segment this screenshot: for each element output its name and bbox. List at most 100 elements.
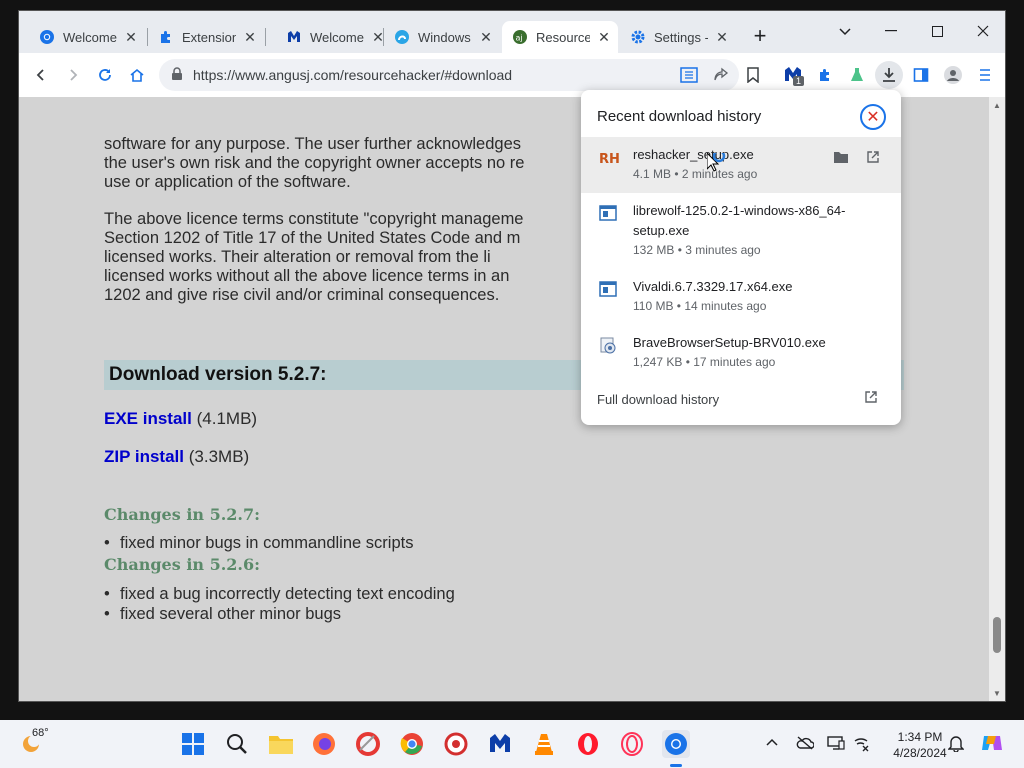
notification-bell-icon[interactable] xyxy=(947,734,965,757)
reload-button[interactable] xyxy=(93,63,117,87)
back-button[interactable] xyxy=(29,63,53,87)
full-download-history-link[interactable]: Full download history xyxy=(597,392,719,407)
profile-avatar-icon[interactable] xyxy=(941,63,965,87)
search-icon[interactable] xyxy=(223,730,251,758)
weather-widget[interactable]: 68° xyxy=(20,727,49,760)
exe-install-link[interactable]: EXE install xyxy=(104,409,192,428)
list-item: fixed several other minor bugs xyxy=(104,604,455,624)
downloads-popup-title: Recent download history xyxy=(597,108,762,125)
download-filename: Vivaldi.6.7.3329.17.x64.exe xyxy=(633,279,793,294)
side-panel-icon[interactable] xyxy=(909,63,933,87)
network-status-icon[interactable] xyxy=(854,736,870,757)
chrome-icon[interactable] xyxy=(398,730,426,758)
tab-windows[interactable]: Windows ✕ xyxy=(384,21,494,53)
exe-size: (4.1MB) xyxy=(196,409,258,428)
chrome-dev-active-icon[interactable] xyxy=(662,730,690,758)
tab-resource-hacker[interactable]: aj Resource ✕ xyxy=(502,21,618,53)
open-external-icon[interactable] xyxy=(863,147,883,167)
reshacker-file-icon: RH xyxy=(599,148,620,168)
downloads-button[interactable] xyxy=(875,61,903,89)
menu-icon[interactable] xyxy=(973,63,997,87)
close-icon[interactable]: ✕ xyxy=(242,29,258,45)
page-scrollbar[interactable]: ▲ ▼ xyxy=(989,97,1005,701)
vlc-icon[interactable] xyxy=(530,730,558,758)
list-item: fixed a bug incorrectly detecting text e… xyxy=(104,584,455,604)
tab-strip: Welcome ✕ Extensions ✕ Welcome ✕ Windows… xyxy=(19,11,1005,53)
scroll-down-arrow-icon[interactable]: ▼ xyxy=(993,689,1001,698)
flask-extension-icon[interactable] xyxy=(845,63,869,87)
close-icon[interactable]: ✕ xyxy=(714,29,730,45)
copilot-icon[interactable] xyxy=(980,732,1004,759)
tab-title: Windows xyxy=(418,29,471,45)
new-tab-button[interactable]: + xyxy=(748,25,772,49)
start-button[interactable] xyxy=(179,730,207,758)
edge-icon xyxy=(394,29,410,45)
downloads-popup: Recent download history ✕ RH reshacker_s… xyxy=(581,90,901,425)
bookmark-icon[interactable] xyxy=(741,63,765,87)
show-in-folder-icon[interactable] xyxy=(831,147,851,167)
tab-search-chevron-icon[interactable] xyxy=(822,17,868,45)
download-item[interactable]: BraveBrowserSetup-BRV010.exe 1,247 KB • … xyxy=(581,325,901,381)
download-filename: reshacker_setup.exe xyxy=(633,147,754,162)
onedrive-cloud-icon[interactable] xyxy=(796,736,815,755)
download-meta: 1,247 KB • 17 minutes ago xyxy=(633,355,776,369)
maximize-button[interactable] xyxy=(914,17,960,45)
close-window-button[interactable] xyxy=(960,17,1005,45)
temperature: 68° xyxy=(32,727,49,739)
file-explorer-icon[interactable] xyxy=(267,730,295,758)
download-item[interactable]: RH reshacker_setup.exe 4.1 MB • 2 minute… xyxy=(581,137,901,193)
download-meta: 132 MB • 3 minutes ago xyxy=(633,243,761,257)
tab-welcome-malwarebytes[interactable]: Welcome ✕ xyxy=(276,21,386,53)
svg-text:aj: aj xyxy=(516,34,523,43)
opera-icon[interactable] xyxy=(574,730,602,758)
scroll-thumb[interactable] xyxy=(993,617,1001,653)
download-filename: librewolf-125.0.2-1-windows-x86_64-setup… xyxy=(633,203,846,238)
close-icon[interactable]: ✕ xyxy=(478,29,494,45)
close-downloads-button[interactable]: ✕ xyxy=(860,104,886,130)
tab-title: Welcome xyxy=(63,29,117,45)
tab-welcome-chrome[interactable]: Welcome ✕ xyxy=(29,21,139,53)
download-filename: BraveBrowserSetup-BRV010.exe xyxy=(633,335,826,350)
puzzle-icon xyxy=(158,29,174,45)
tab-title: Extensions xyxy=(182,29,236,45)
ccleaner-icon[interactable] xyxy=(354,730,382,758)
extensions-puzzle-icon[interactable] xyxy=(813,63,837,87)
close-icon[interactable]: ✕ xyxy=(123,29,139,45)
tab-settings[interactable]: Settings - ✕ xyxy=(620,21,730,53)
minimize-button[interactable] xyxy=(868,17,914,45)
scroll-up-arrow-icon[interactable]: ▲ xyxy=(993,101,1001,110)
exe-download-line: EXE install (4.1MB) xyxy=(104,409,257,429)
zip-install-link[interactable]: ZIP install xyxy=(104,447,184,466)
tab-title: Resource xyxy=(536,29,590,45)
zip-download-line: ZIP install (3.3MB) xyxy=(104,447,249,467)
changes-heading: Changes in 5.2.6: xyxy=(104,555,261,574)
opera-gx-icon[interactable] xyxy=(618,730,646,758)
reading-mode-icon[interactable] xyxy=(677,63,701,87)
close-icon[interactable]: ✕ xyxy=(596,29,612,45)
taskbar: 68° 1:34 PM 4/28/2024 xyxy=(0,720,1024,768)
tab-extensions[interactable]: Extensions ✕ xyxy=(148,21,258,53)
share-icon[interactable] xyxy=(709,63,733,87)
home-button[interactable] xyxy=(125,63,149,87)
list-item: fixed minor bugs in commandline scripts xyxy=(104,533,413,553)
chrome-icon xyxy=(39,29,55,45)
download-item[interactable]: librewolf-125.0.2-1-windows-x86_64-setup… xyxy=(581,193,901,269)
forward-button[interactable] xyxy=(61,63,85,87)
open-external-icon[interactable] xyxy=(864,390,878,409)
changes-list: fixed a bug incorrectly detecting text e… xyxy=(104,584,455,624)
url-text: https://www.angusj.com/resourcehacker/#d… xyxy=(193,67,513,83)
download-meta: 4.1 MB • 2 minutes ago xyxy=(633,167,758,181)
lock-icon[interactable] xyxy=(171,67,183,86)
tray-overflow-chevron-icon[interactable] xyxy=(766,736,778,754)
extension-badge: 1 xyxy=(793,76,805,86)
malwarebytes-extension-icon[interactable]: 1 xyxy=(781,63,805,87)
download-item[interactable]: Vivaldi.6.7.3329.17.x64.exe 110 MB • 14 … xyxy=(581,269,901,325)
download-meta: 110 MB • 14 minutes ago xyxy=(633,299,767,313)
malwarebytes-icon[interactable] xyxy=(486,730,514,758)
address-bar[interactable]: https://www.angusj.com/resourcehacker/#d… xyxy=(159,59,739,91)
revo-uninstaller-icon[interactable] xyxy=(442,730,470,758)
firefox-icon[interactable] xyxy=(310,730,338,758)
installer-file-icon xyxy=(599,281,619,301)
setup-file-icon xyxy=(599,337,619,357)
display-icon[interactable] xyxy=(827,736,845,755)
